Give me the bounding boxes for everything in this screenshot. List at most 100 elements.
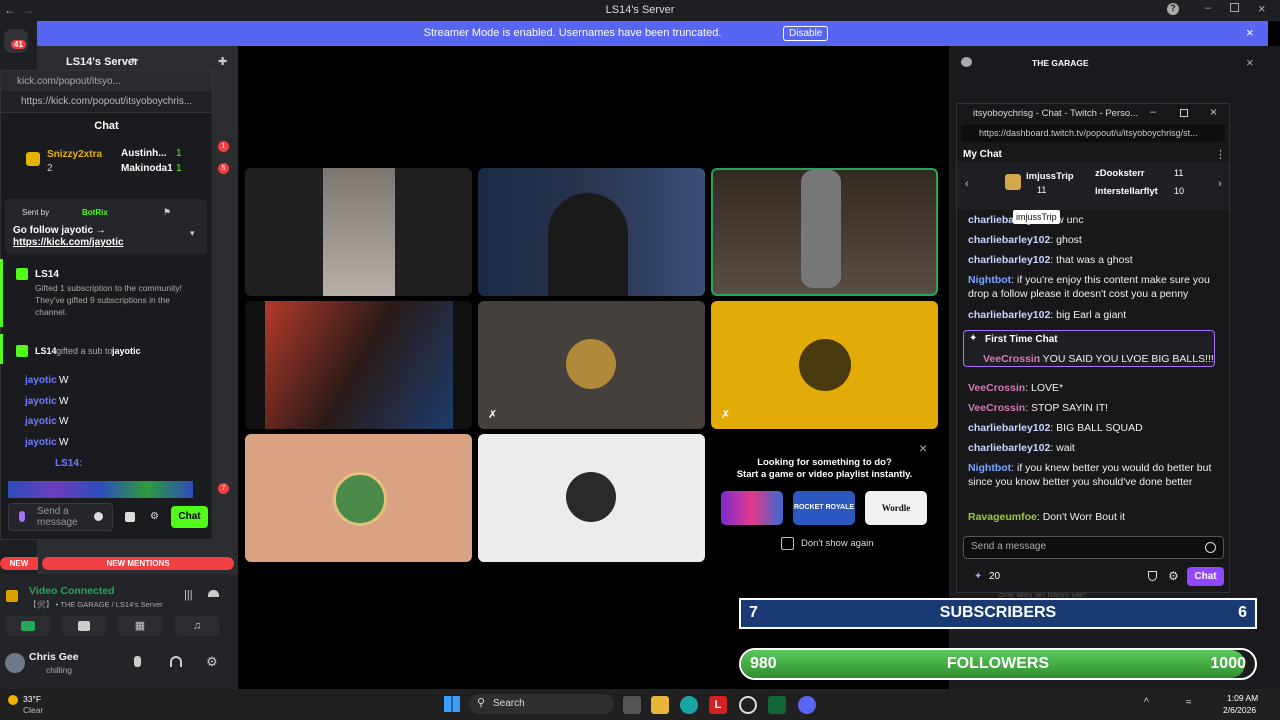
pin-icon[interactable]: ⚑ (163, 207, 171, 218)
new-mentions-bar[interactable]: NEW MENTIONS (42, 557, 234, 570)
weather-temp[interactable]: 33°F (23, 694, 41, 704)
video-tile-speaking[interactable] (711, 168, 938, 296)
twitch-settings-icon[interactable]: ⚙ (1168, 569, 1179, 583)
chat-username[interactable]: charliebarley102 (968, 422, 1050, 434)
chat-bubble-icon[interactable] (961, 57, 972, 67)
kick-window-title: kick.com/popout/itsyo... (1, 71, 212, 91)
mic-icon[interactable] (134, 656, 141, 667)
tray-chevron-icon[interactable]: ^ (1144, 697, 1149, 708)
voice-channel[interactable]: 【🛠】 • THE GARAGE / LS14's Server (29, 599, 163, 610)
kick-msg-user[interactable]: jayotic (25, 437, 57, 448)
chat-username[interactable]: charliebarley102 (968, 309, 1050, 321)
chat-username[interactable]: Nightbot (968, 274, 1011, 286)
gift-icon (16, 268, 28, 280)
chevron-down-icon[interactable]: ▾ (131, 55, 136, 66)
chatgpt-icon[interactable] (739, 696, 757, 714)
back-icon[interactable]: ← (4, 3, 16, 17)
channel-points[interactable]: 20 (989, 571, 1000, 582)
edge-icon[interactable] (680, 696, 698, 714)
soundboard-button[interactable]: ♫ (175, 616, 219, 636)
twitch-minimize-icon[interactable]: – (1150, 106, 1156, 118)
leader-count: 1 (176, 163, 182, 174)
game-card-wordle[interactable]: Wordle (865, 491, 927, 525)
video-tile[interactable] (245, 301, 472, 429)
avatar[interactable] (5, 653, 25, 673)
camera-button[interactable] (6, 616, 50, 636)
dont-show-checkbox[interactable] (781, 537, 794, 550)
headset-icon[interactable] (170, 656, 182, 667)
chat-username[interactable]: charliebarley102 (968, 234, 1050, 246)
taskbar-search[interactable] (469, 694, 614, 714)
chat-message-text: : Don't Worr Bout it (1036, 511, 1126, 523)
chat-username[interactable]: VeeCrossin (983, 353, 1040, 365)
store-icon[interactable] (125, 512, 135, 522)
maximize-icon[interactable] (1230, 3, 1239, 12)
disable-button[interactable]: Disable (783, 26, 829, 41)
user-name[interactable]: Chris Gee (29, 651, 79, 663)
pinned-chevron-icon[interactable]: ▾ (190, 228, 195, 239)
weather-icon[interactable] (8, 695, 18, 705)
minimize-icon[interactable]: – (1205, 2, 1211, 14)
screenshare-button[interactable] (62, 616, 106, 636)
emoji-icon[interactable] (1205, 542, 1216, 553)
twitch-url-bar[interactable]: https://dashboard.twitch.tv/popout/u/its… (961, 125, 1225, 142)
forward-icon[interactable]: → (22, 3, 34, 17)
chat-line: charliebarley102: ghost (968, 233, 1216, 247)
terminal-icon[interactable] (768, 696, 786, 714)
more-icon[interactable]: ⋮ (1215, 148, 1226, 161)
video-tile[interactable] (245, 434, 472, 562)
file-explorer-icon[interactable] (651, 696, 669, 714)
chat-username[interactable]: VeeCrossin (968, 402, 1025, 414)
user-settings-icon[interactable]: ⚙ (206, 654, 218, 670)
chat-message-text: : big Earl a giant (1050, 309, 1127, 321)
emoji-icon[interactable] (94, 512, 103, 521)
task-view-icon[interactable] (623, 696, 641, 714)
game-card[interactable] (721, 491, 783, 525)
game-card[interactable]: ROCKET ROYALE (793, 491, 855, 525)
video-tile[interactable] (478, 168, 705, 296)
video-tile[interactable]: ✗ (711, 301, 938, 429)
chat-username[interactable]: Ravageumfoe (968, 511, 1037, 523)
my-chat-title: My Chat (963, 149, 1002, 160)
mic-icon[interactable] (19, 511, 25, 522)
video-tile[interactable] (478, 434, 705, 562)
settings-icon[interactable]: ⚙ (150, 511, 159, 522)
chat-username[interactable]: charliebarley102 (968, 442, 1050, 454)
leaderboard-next-icon[interactable]: › (1218, 178, 1222, 190)
wifi-icon[interactable]: ≈ (1186, 697, 1192, 708)
discord-icon[interactable] (798, 696, 816, 714)
noise-suppression-icon[interactable]: ||| (184, 589, 193, 601)
clock-time[interactable]: 1:09 AM (1227, 693, 1258, 703)
kick-msg-user[interactable]: jayotic (25, 375, 57, 386)
shield-icon[interactable] (1148, 571, 1157, 581)
leaderboard-prev-icon[interactable]: ‹ (965, 178, 969, 190)
server-name[interactable]: LS14's Server (66, 56, 138, 68)
chat-username[interactable]: charliebarley102 (968, 254, 1050, 266)
chat-username[interactable]: Nightbot (968, 462, 1011, 474)
twitch-maximize-icon[interactable] (1180, 109, 1188, 117)
avatar (333, 472, 387, 526)
twitch-chat-button[interactable]: Chat (1187, 567, 1224, 586)
pinned-link[interactable]: https://kick.com/jayotic (13, 237, 124, 248)
voice-status[interactable]: Video Connected (29, 585, 115, 597)
activities-button[interactable]: ▦ (118, 616, 162, 636)
kick-chat-button[interactable]: Chat (171, 506, 208, 528)
panel-close-icon[interactable]: × (1246, 55, 1254, 70)
app-l-icon[interactable]: L (709, 696, 727, 714)
kick-msg-user[interactable]: jayotic (25, 396, 57, 407)
activity-close-icon[interactable]: × (919, 440, 927, 456)
disconnect-icon[interactable] (208, 590, 219, 597)
twitch-close-icon[interactable]: × (1210, 105, 1217, 119)
video-tile[interactable]: ✗ (478, 301, 705, 429)
kick-msg-user[interactable]: LS14: (55, 458, 82, 469)
chat-username[interactable]: VeeCrossin (968, 382, 1025, 394)
kick-msg-user[interactable]: jayotic (25, 416, 57, 427)
close-icon[interactable]: × (1258, 1, 1266, 16)
chat-message-text: : YOU SAID YOU LVOE BIG BALLS!!! (1037, 353, 1214, 365)
video-tile[interactable] (245, 168, 472, 296)
kick-url-bar[interactable]: https://kick.com/popout/itsyoboychris... (1, 91, 212, 113)
help-icon[interactable]: ? (1167, 3, 1179, 15)
banner-close-icon[interactable]: × (1246, 25, 1254, 40)
add-user-icon[interactable]: ✚ (218, 55, 227, 68)
start-icon[interactable] (444, 696, 460, 712)
